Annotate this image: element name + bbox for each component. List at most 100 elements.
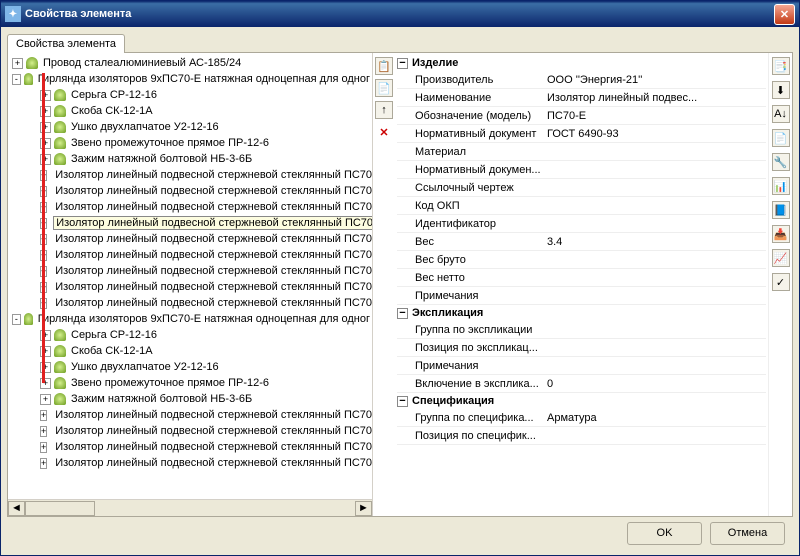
tool-button[interactable]: 📄 xyxy=(772,129,790,147)
expand-toggle[interactable]: - xyxy=(12,74,21,85)
horizontal-scrollbar[interactable]: ◄ ► xyxy=(8,499,372,516)
property-name: Вес нетто xyxy=(397,272,547,284)
tool-button[interactable]: A↓ xyxy=(772,105,790,123)
property-group-header[interactable]: −Изделие xyxy=(397,55,766,71)
node-icon xyxy=(54,393,66,405)
property-value[interactable]: ГОСТ 6490-93 xyxy=(547,128,766,140)
property-value[interactable]: ООО ''Энергия-21'' xyxy=(547,74,766,86)
property-row[interactable]: Нормативный документГОСТ 6490-93 xyxy=(397,125,766,143)
scroll-right-arrow[interactable]: ► xyxy=(355,501,372,516)
property-row[interactable]: Группа по экспликации xyxy=(397,321,766,339)
tool-button[interactable]: 🔧 xyxy=(772,153,790,171)
property-row[interactable]: Группа по специфика...Арматура xyxy=(397,409,766,427)
close-button[interactable]: ✕ xyxy=(774,4,795,25)
tree-node[interactable]: +Изолятор линейный подвесной стержневой … xyxy=(8,167,372,183)
expand-toggle[interactable]: - xyxy=(12,314,21,325)
property-toolbar: 📑 ⬇ A↓ 📄 🔧 📊 📘 📥 📈 ✓ xyxy=(768,53,792,516)
tab-properties[interactable]: Свойства элемента xyxy=(7,34,125,53)
property-row[interactable]: Включение в эксплика...0 xyxy=(397,375,766,393)
property-value[interactable]: Арматура xyxy=(547,412,766,424)
tree-node[interactable]: +Изолятор линейный подвесной стержневой … xyxy=(8,247,372,263)
tool-button[interactable]: ✓ xyxy=(772,273,790,291)
tree-node[interactable]: +Изолятор линейный подвесной стержневой … xyxy=(8,263,372,279)
tree-node[interactable]: -Гирлянда изоляторов 9хПС70-Е натяжная о… xyxy=(8,71,372,87)
collapse-toggle[interactable]: − xyxy=(397,308,408,319)
expand-toggle[interactable]: + xyxy=(40,426,47,437)
tree-node[interactable]: +Звено промежуточное прямое ПР-12-6 xyxy=(8,135,372,151)
tree-node[interactable]: +Изолятор линейный подвесной стержневой … xyxy=(8,407,372,423)
collapse-toggle[interactable]: − xyxy=(397,58,408,69)
tree-node[interactable]: +Изолятор линейный подвесной стержневой … xyxy=(8,279,372,295)
property-group-header[interactable]: −Спецификация xyxy=(397,393,766,409)
collapse-toggle[interactable]: − xyxy=(397,396,408,407)
tree-node[interactable]: +Серьга СР-12-16 xyxy=(8,87,372,103)
expand-toggle[interactable]: + xyxy=(40,458,47,469)
property-row[interactable]: Примечания xyxy=(397,287,766,305)
property-row[interactable]: НаименованиеИзолятор линейный подвес... xyxy=(397,89,766,107)
tree-node[interactable]: +Зажим натяжной болтовой НБ-3-6Б xyxy=(8,391,372,407)
ok-button[interactable]: OK xyxy=(627,522,702,545)
property-row[interactable]: Вес бруто xyxy=(397,251,766,269)
property-value[interactable]: 0 xyxy=(547,378,766,390)
tree-node[interactable]: +Серьга СР-12-16 xyxy=(8,327,372,343)
tree-node[interactable]: +Изолятор линейный подвесной стержневой … xyxy=(8,439,372,455)
expand-toggle[interactable]: + xyxy=(40,394,51,405)
property-row[interactable]: Нормативный докумен... xyxy=(397,161,766,179)
property-row[interactable]: Материал xyxy=(397,143,766,161)
property-value[interactable]: Изолятор линейный подвес... xyxy=(547,92,766,104)
node-icon xyxy=(54,121,66,133)
expand-toggle[interactable]: + xyxy=(12,58,23,69)
tool-button[interactable]: 📈 xyxy=(772,249,790,267)
property-row[interactable]: Вес3.4 xyxy=(397,233,766,251)
tool-button[interactable]: ⬇ xyxy=(772,81,790,99)
cancel-button[interactable]: Отмена xyxy=(710,522,785,545)
property-row[interactable]: Позиция по экспликац... xyxy=(397,339,766,357)
expand-toggle[interactable]: + xyxy=(40,442,47,453)
tree-node[interactable]: +Изолятор линейный подвесной стержневой … xyxy=(8,183,372,199)
property-row[interactable]: Идентификатор xyxy=(397,215,766,233)
expand-toggle[interactable]: + xyxy=(40,410,47,421)
tool-button[interactable]: 📥 xyxy=(772,225,790,243)
property-row[interactable]: Позиция по специфик... xyxy=(397,427,766,445)
tool-button[interactable]: 📊 xyxy=(772,177,790,195)
property-value[interactable]: 3.4 xyxy=(547,236,766,248)
node-label: Ушко двухлапчатое У2-12-16 xyxy=(69,361,221,373)
tree-node[interactable]: +Ушко двухлапчатое У2-12-16 xyxy=(8,119,372,135)
property-row[interactable]: ПроизводительООО ''Энергия-21'' xyxy=(397,71,766,89)
tree-node[interactable]: + Изолятор линейный подвесной стержневой … xyxy=(8,455,372,471)
node-label: Изолятор линейный подвесной стержневой с… xyxy=(53,425,372,437)
tree-node[interactable]: -Гирлянда изоляторов 9хПС70-Е натяжная о… xyxy=(8,311,372,327)
tool-button[interactable]: 📑 xyxy=(772,57,790,75)
node-label: Изолятор линейный подвесной стержневой с… xyxy=(53,185,372,197)
tree-node[interactable]: +Скоба СК-12-1А xyxy=(8,343,372,359)
property-group-header[interactable]: −Экспликация xyxy=(397,305,766,321)
scroll-thumb[interactable] xyxy=(25,501,95,516)
copy-button[interactable]: 📋 xyxy=(375,57,393,75)
tree-node[interactable]: +Изолятор линейный подвесной стержневой … xyxy=(8,231,372,247)
tree-node[interactable]: +Скоба СК-12-1А xyxy=(8,103,372,119)
scroll-left-arrow[interactable]: ◄ xyxy=(8,501,25,516)
tree-node[interactable]: +Зажим натяжной болтовой НБ-3-6Б xyxy=(8,151,372,167)
tree-view[interactable]: +Провод сталеалюминиевый АС-185/24-Гирля… xyxy=(8,53,372,499)
property-row[interactable]: Примечания xyxy=(397,357,766,375)
tree-node[interactable]: +Ушко двухлапчатое У2-12-16 xyxy=(8,359,372,375)
tree-node[interactable]: +Изолятор линейный подвесной стержневой … xyxy=(8,295,372,311)
tree-node[interactable]: + Изолятор линейный подвесной стержневой … xyxy=(8,423,372,439)
property-row[interactable]: Ссылочный чертеж xyxy=(397,179,766,197)
property-grid[interactable]: −ИзделиеПроизводительООО ''Энергия-21''Н… xyxy=(395,53,768,516)
property-row[interactable]: Вес нетто xyxy=(397,269,766,287)
tool-button[interactable]: 📘 xyxy=(772,201,790,219)
property-row[interactable]: Обозначение (модель)ПС70-Е xyxy=(397,107,766,125)
delete-button[interactable]: ✕ xyxy=(375,123,393,141)
paste-button[interactable]: 📄 xyxy=(375,79,393,97)
property-value[interactable]: ПС70-Е xyxy=(547,110,766,122)
tree-node[interactable]: +Изолятор линейный подвесной стержневой … xyxy=(8,215,372,231)
tree-node[interactable]: +Изолятор линейный подвесной стержневой … xyxy=(8,199,372,215)
node-label: Изолятор линейный подвесной стержневой с… xyxy=(53,457,372,469)
tree-node[interactable]: +Провод сталеалюминиевый АС-185/24 xyxy=(8,55,372,71)
tree-node[interactable]: +Звено промежуточное прямое ПР-12-6 xyxy=(8,375,372,391)
move-up-button[interactable]: ↑ xyxy=(375,101,393,119)
property-row[interactable]: Код ОКП xyxy=(397,197,766,215)
property-name: Примечания xyxy=(397,360,547,372)
node-icon xyxy=(54,137,66,149)
